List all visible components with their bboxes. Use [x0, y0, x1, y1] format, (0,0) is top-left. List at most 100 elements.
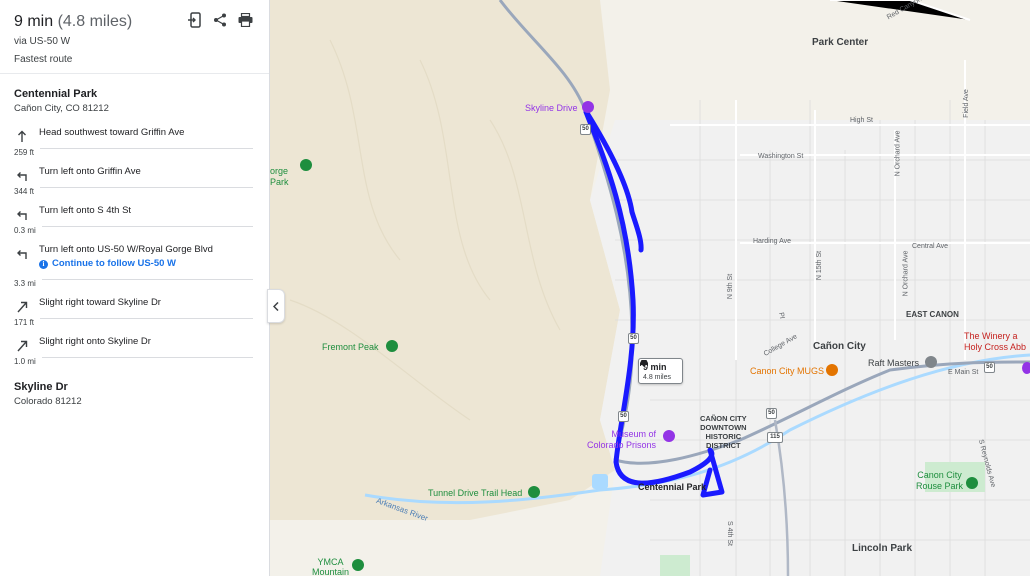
restaurant-pin-icon[interactable] [826, 364, 838, 376]
straight-arrow-icon [15, 129, 29, 143]
slight-right-icon [15, 338, 29, 352]
share-icon[interactable] [212, 12, 228, 28]
place-label-downtown-district[interactable]: CAÑON CITY DOWNTOWN HISTORIC DISTRICT [700, 414, 747, 450]
chevron-left-icon [273, 301, 279, 311]
start-name: Centennial Park [14, 88, 98, 100]
road-label-pl: Pl [777, 311, 786, 320]
rouse-park-pin-icon[interactable] [966, 477, 978, 489]
step-instruction: Slight right toward Skyline Dr [39, 297, 161, 308]
step-instruction: Turn left onto US-50 W/Royal Gorge Blvd [39, 244, 213, 255]
ymca-pin-icon[interactable] [352, 559, 364, 571]
step-distance: 0.3 mi [14, 226, 36, 235]
direction-step[interactable]: Turn left onto Griffin Ave 344 ft [14, 166, 253, 197]
car-icon [640, 360, 648, 367]
step-divider [41, 278, 253, 280]
us50-shield-mid: 50 [628, 333, 639, 344]
route-card-distance: 4.8 miles [643, 374, 672, 381]
museum-pin-icon[interactable] [663, 430, 675, 442]
step-distance: 259 ft [14, 148, 35, 157]
us50-shield-south: 50 [618, 411, 629, 422]
collapse-panel-button[interactable] [267, 289, 285, 323]
trailhead-pin-icon[interactable] [528, 486, 540, 498]
step-note-text: Continue to follow US-50 W [52, 258, 177, 269]
step-distance: 344 ft [14, 187, 35, 196]
step-instruction: Turn left onto S 4th St [39, 205, 132, 216]
road-label-central-ave: Central Ave [912, 243, 949, 250]
ymca-line-2: Mountain [312, 567, 350, 576]
place-label-park-center[interactable]: Park Center [812, 37, 868, 48]
place-label-east-canon[interactable]: EAST CANON [906, 310, 959, 319]
peak-pin-icon[interactable] [386, 340, 398, 352]
park-pin-icon[interactable] [300, 159, 312, 171]
step-distance-row: 0.3 mi [14, 225, 253, 236]
road-label-harding-ave: Harding Ave [753, 238, 792, 245]
poi-label-canon-city-mugs[interactable]: Canon City MUGS [750, 366, 824, 376]
poi-label-ymca[interactable]: YMCA Mountain [312, 557, 349, 576]
send-to-phone-icon[interactable] [187, 12, 203, 28]
route-summary[interactable]: 9 min (4.8 miles) via US-50 W Fastest ro… [0, 0, 269, 74]
poi-label-rouse-park[interactable]: Canon City Rouse Park [916, 470, 963, 492]
route-distance: (4.8 miles) [57, 13, 133, 30]
gorge-line-1: orge [270, 166, 289, 176]
downtown-line-4: DISTRICT [706, 441, 741, 450]
step-distance: 171 ft [14, 318, 35, 327]
museum-line-2: Colorado Prisons [587, 440, 657, 450]
step-distance: 3.3 mi [14, 279, 36, 288]
step-note[interactable]: i Continue to follow US-50 W [39, 258, 253, 270]
poi-label-raft-masters[interactable]: Raft Masters [868, 358, 919, 368]
step-divider [41, 356, 253, 358]
step-instruction: Slight right onto Skyline Dr [39, 336, 151, 347]
place-label-lincoln-park[interactable]: Lincoln Park [852, 543, 912, 554]
route-info-card[interactable]: 9 min 4.8 miles [638, 358, 683, 384]
road-label-n-15th-st: N 15th St [816, 250, 824, 281]
step-distance-row: 1.0 mi [14, 356, 253, 367]
turn-left-icon [15, 168, 29, 182]
road-label-washington-st: Washington St [758, 153, 804, 160]
road-label-n-orchard-ave-lower: N Orchard Ave [902, 250, 910, 297]
rouse-line-1: Canon City [917, 470, 962, 480]
us50-shield-downtown: 50 [766, 408, 777, 419]
direction-steps: Head southwest toward Griffin Ave 259 ft T… [0, 115, 269, 367]
slight-right-icon [15, 299, 29, 313]
park-area-south [660, 555, 690, 576]
poi-label-museum[interactable]: Museum of Colorado Prisons [587, 429, 656, 451]
info-icon: i [39, 259, 48, 269]
downtown-line-1: CAÑON CITY [700, 414, 747, 423]
rouse-line-2: Rouse Park [916, 481, 964, 491]
poi-label-winery[interactable]: The Winery a Holy Cross Abb [964, 331, 1026, 353]
winery-pin-icon[interactable] [1022, 362, 1030, 374]
poi-label-tunnel-drive[interactable]: Tunnel Drive Trail Head [428, 488, 522, 498]
poi-label-skyline-drive[interactable]: Skyline Drive [525, 103, 578, 113]
step-instruction: Head southwest toward Griffin Ave [39, 127, 185, 138]
poi-label-fremont-peak[interactable]: Fremont Peak [322, 342, 379, 352]
destination-place: Skyline Dr Colorado 81212 [0, 367, 269, 408]
poi-label-gorge-park[interactable]: orge Park [270, 166, 289, 188]
road-label-e-main-st: E Main St [948, 369, 979, 376]
direction-step[interactable]: Turn left onto US-50 W/Royal Gorge Blvd i… [14, 244, 253, 289]
direction-step[interactable]: Head southwest toward Griffin Ave 259 ft [14, 127, 253, 158]
poi-label-centennial-park[interactable]: Centennial Park [638, 482, 706, 492]
print-icon[interactable] [237, 12, 253, 28]
museum-line-1: Museum of [611, 429, 657, 439]
step-distance-row: 3.3 mi [14, 278, 253, 289]
attraction-pin-icon[interactable] [582, 101, 594, 113]
us50-shield-north: 50 [580, 124, 591, 135]
us50-shield-east: 50 [984, 362, 995, 373]
place-label-canon-city[interactable]: Cañon City [813, 341, 866, 352]
directions-panel: 9 min (4.8 miles) via US-50 W Fastest ro… [0, 0, 270, 576]
step-distance-row: 171 ft [14, 317, 253, 328]
map-canvas[interactable]: Red Canyon High St Washington St Harding… [270, 0, 1030, 576]
road-label-s-4th-st: S 4th St [725, 521, 733, 546]
winery-line-2: Holy Cross Abb [964, 342, 1027, 352]
road-label-n-9th-st: N 9th St [727, 273, 735, 300]
turn-left-icon [15, 207, 29, 221]
destination-name: Skyline Dr [14, 381, 68, 393]
direction-step[interactable]: Slight right onto Skyline Dr 1.0 mi [14, 336, 253, 367]
gorge-line-2: Park [270, 177, 289, 187]
direction-step[interactable]: Turn left onto S 4th St 0.3 mi [14, 205, 253, 236]
start-address: Cañon City, CO 81212 [14, 103, 109, 114]
direction-step[interactable]: Slight right toward Skyline Dr 171 ft [14, 297, 253, 328]
route-actions [187, 12, 253, 28]
route-card-time-row: 9 min [640, 360, 679, 372]
raft-pin-icon[interactable] [925, 356, 937, 368]
